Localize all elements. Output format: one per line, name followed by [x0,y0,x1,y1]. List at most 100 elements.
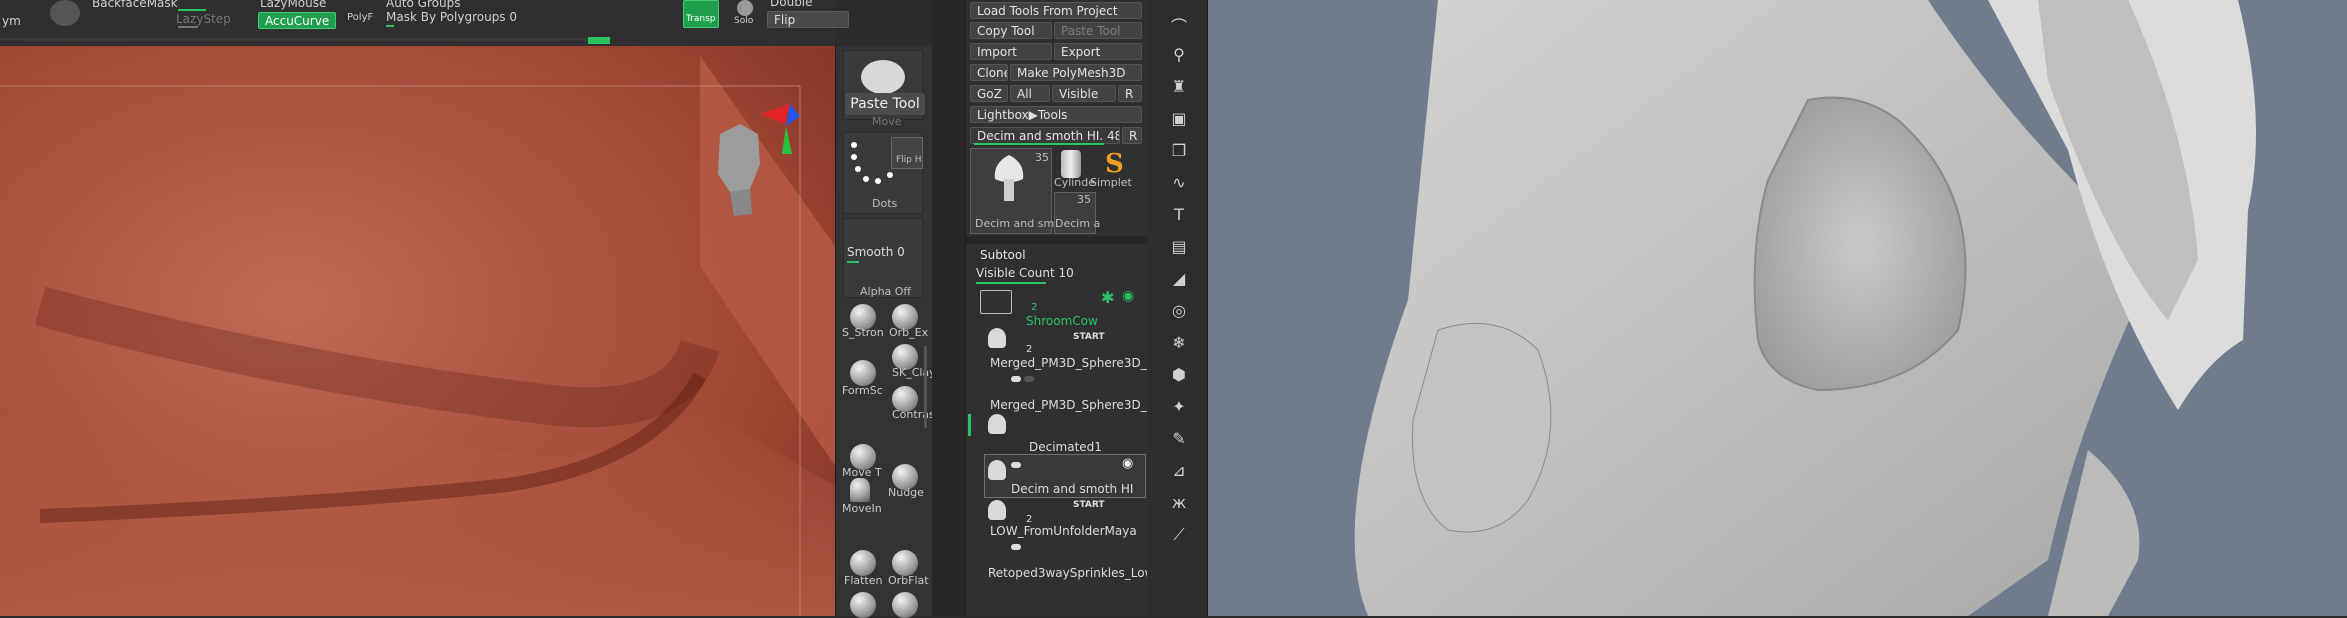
goz-r-button[interactable]: R [1118,85,1142,102]
goz-all-button[interactable]: All [1010,85,1050,102]
folder-icon[interactable] [980,290,1012,314]
visible-count-slider[interactable]: Visible Count 10 [976,266,1074,280]
auto-groups-label[interactable]: Auto Groups [386,0,460,10]
gear-icon[interactable]: ✱ [1101,288,1114,307]
text-icon[interactable]: T [1170,206,1188,224]
copy-icon[interactable]: ❐ [1170,142,1188,160]
butterfly-icon[interactable]: ж [1170,494,1188,512]
simplebrush-label[interactable]: Simplet [1090,176,1132,189]
brush-label[interactable]: Nudge [888,486,924,499]
alpha-cell[interactable]: Smooth 0 Alpha Off [843,218,923,298]
brush-icon[interactable] [850,592,876,618]
cylinder-icon[interactable] [1061,150,1081,178]
goz-visible-button[interactable]: Visible [1052,85,1116,102]
toggle-icon[interactable] [1024,376,1034,382]
shelf-scrollbar[interactable] [924,346,927,428]
flip-button[interactable]: Flip [767,11,849,28]
clone-button[interactable]: Clone [970,64,1008,81]
eye-icon[interactable]: ◎ [1170,302,1188,320]
subtool-row-name[interactable]: Merged_PM3D_Sphere3D_4 [990,356,1166,370]
stroke-icon[interactable] [50,0,80,26]
brush-label[interactable]: OrbFlat [888,574,929,587]
floor-icon[interactable]: ⌒ [1170,18,1188,36]
brush-tool-icon[interactable]: ⚲ [1170,46,1188,64]
toggle-icon[interactable] [1011,462,1021,468]
iron-icon[interactable]: ⊿ [1170,462,1188,480]
paste-tool-button[interactable]: Paste Tool [1054,22,1142,39]
subtool-thumb-icon [988,460,1006,480]
toggle-icon[interactable] [1011,376,1021,382]
transp-button[interactable]: Transp [683,0,719,28]
brush-label[interactable]: Orb_Ex [889,326,928,339]
smooth-slider[interactable] [847,261,859,263]
brush-label[interactable]: Contras [892,408,935,421]
subtool-row-name[interactable]: LOW_FromUnfolderMaya [990,524,1166,538]
ruler-icon[interactable]: ⟋ [1170,526,1188,544]
brush-icon[interactable] [892,592,918,618]
viewport-right[interactable] [1208,0,2347,616]
eye-icon[interactable]: ◉ [1122,456,1133,471]
stroke-cell[interactable]: Flip H Dots [843,132,923,214]
thumb-main-label: Decim and smo [975,217,1061,230]
slider-r-button[interactable]: R [1122,127,1142,144]
current-tool-cell[interactable]: Paste Tool Move [843,50,925,128]
lazymouse-label[interactable]: LazyMouse [260,0,326,10]
backface-mask-label[interactable]: BackfaceMask [92,0,178,10]
solo-icon[interactable] [737,0,753,16]
navigation-head-icon[interactable] [690,104,810,224]
stamp-icon[interactable]: ♜ [1170,78,1188,96]
brush-label[interactable]: S_Stron [842,326,884,339]
sym-label[interactable]: ym [2,14,21,28]
brush-icon[interactable] [892,550,918,576]
viewport-left[interactable] [0,46,835,616]
current-tool-slider[interactable]: Decim and smoth HI. 48 [970,127,1120,144]
make-polymesh-button[interactable]: Make PolyMesh3D [1010,64,1142,81]
lightbox-tools-button[interactable]: Lightbox▶Tools [970,106,1142,123]
subtool-thumb-icon [988,500,1006,520]
lazystep-label[interactable]: LazyStep [176,12,231,26]
bucket-icon[interactable]: ⬢ [1170,366,1188,384]
pen-icon[interactable]: ✎ [1170,430,1188,448]
double-label[interactable]: Double [770,0,813,9]
eraser-icon[interactable]: ◢ [1170,270,1188,288]
backface-slider[interactable] [178,9,206,11]
brush-label[interactable]: MoveIn [842,502,882,515]
goz-button[interactable]: GoZ [970,85,1008,102]
brush-icon[interactable] [850,550,876,576]
solo-label[interactable]: Solo [734,16,753,26]
brush-label[interactable]: SK_Clay [892,366,936,379]
accucurve-button[interactable]: AccuCurve [258,12,336,29]
paste-tool-tooltip: Paste Tool [845,93,925,115]
tool-thumbnail-small[interactable]: 35 Decim a [1054,192,1100,234]
toggle-icon[interactable] [1011,544,1021,550]
brush-label[interactable]: FormSc [842,384,883,397]
brush-icon[interactable] [850,478,870,502]
copy-tool-button[interactable]: Copy Tool [970,22,1052,39]
import-button[interactable]: Import [970,43,1052,60]
smooth-label[interactable]: Smooth 0 [847,245,905,259]
snowflake-icon[interactable]: ❄ [1170,334,1188,352]
brush-icon[interactable] [850,360,876,386]
new-doc-icon[interactable]: ▣ [1170,110,1188,128]
export-button[interactable]: Export [1054,43,1142,60]
mask-polygroups-slider[interactable] [386,25,394,27]
tool-thumbnail-main[interactable]: 35 Decim and smo [970,148,1061,234]
load-tools-button[interactable]: Load Tools From Project [970,2,1142,19]
eye-icon[interactable]: ◉ [1122,288,1134,304]
curve-icon[interactable]: ∿ [1170,174,1188,192]
wand-icon[interactable]: ✦ [1170,398,1188,416]
polyf-label[interactable]: PolyF [347,12,373,23]
subtool-header[interactable]: Subtool [980,248,1026,262]
document-icon[interactable]: ▤ [1170,238,1188,256]
brush-label[interactable]: Flatten [844,574,883,587]
simplebrush-icon[interactable]: S [1105,150,1127,178]
cylinder-label[interactable]: Cylinde [1054,176,1095,189]
subtool-row-name[interactable]: ShroomCow [1026,314,1098,328]
lazystep-slider[interactable] [178,26,198,28]
subtool-row-name[interactable]: Merged_PM3D_Sphere3D_4 [990,398,1166,412]
flip-h-button[interactable]: Flip H [891,137,923,169]
current-tool-slider-fill [974,143,1104,145]
subtool-row-name[interactable]: Retoped3waySprinkles_Low [988,566,1164,580]
mask-by-polygroups-label[interactable]: Mask By Polygroups 0 [386,10,517,24]
thumb-small-label: Decim a [1055,217,1101,230]
